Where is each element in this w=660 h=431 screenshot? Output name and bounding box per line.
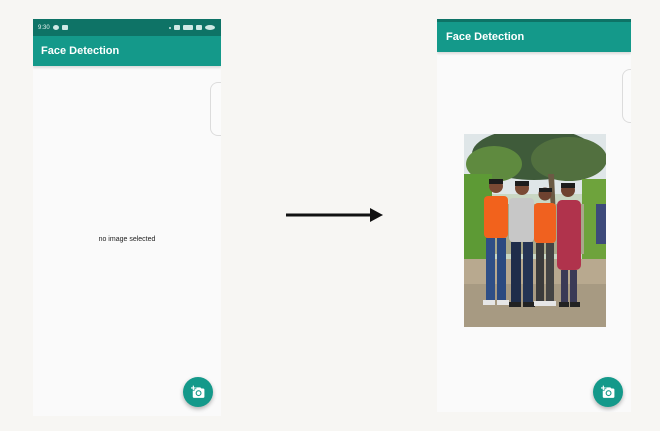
screen-before: 9:30 Face Detection no image selected [33, 19, 221, 416]
add-photo-button[interactable] [183, 377, 213, 407]
selected-group-photo [464, 134, 606, 327]
edge-panel-handle[interactable] [210, 82, 221, 136]
add-photo-button[interactable] [593, 377, 623, 407]
status-time: 9:30 [38, 24, 50, 31]
battery-icon [205, 25, 215, 30]
screen-after: Face Detection [437, 19, 631, 412]
notification-icon [52, 25, 59, 30]
signal-icon [183, 25, 193, 30]
empty-state-text: no image selected [98, 236, 156, 243]
app-bar: Face Detection [437, 19, 631, 52]
cloud-icon [61, 25, 68, 30]
group-photo-image [464, 134, 606, 327]
app-bar: Face Detection [33, 36, 221, 66]
signal-icon [196, 25, 202, 30]
add-a-photo-icon [601, 385, 615, 398]
add-a-photo-icon [191, 385, 205, 398]
transition-arrow-icon [286, 208, 383, 222]
dot-icon [169, 26, 171, 29]
status-bar: 9:30 [33, 19, 221, 36]
edge-panel-handle[interactable] [622, 69, 631, 123]
app-bar-title: Face Detection [446, 31, 525, 43]
app-bar-title: Face Detection [41, 45, 120, 57]
wifi-icon [174, 25, 180, 30]
